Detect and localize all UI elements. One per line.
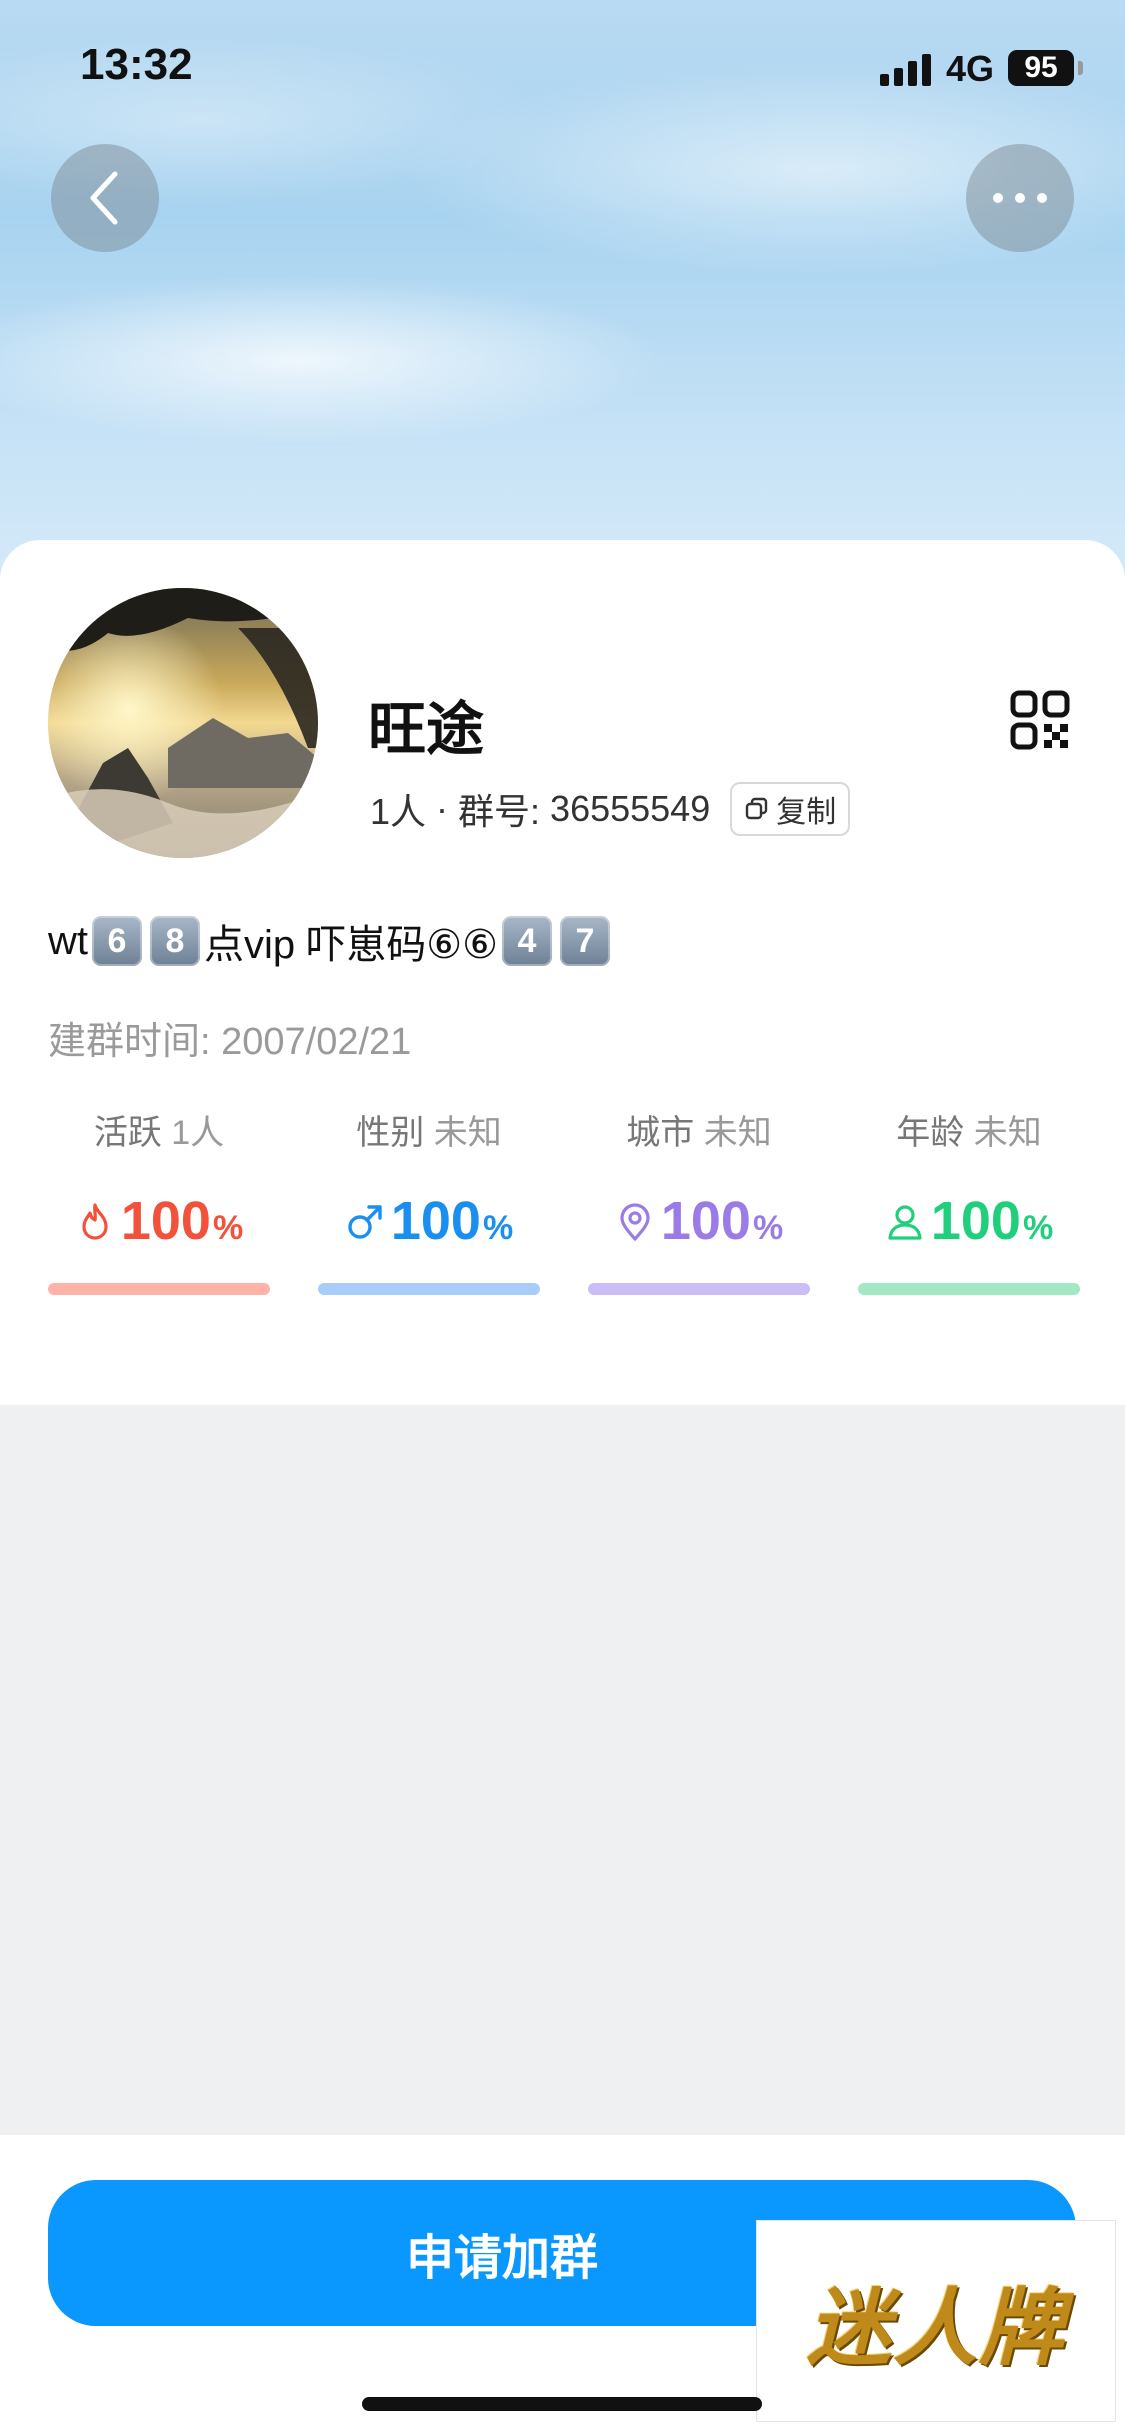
- signal-icon: [880, 52, 934, 86]
- stat-sub: 未知: [973, 1114, 1042, 1152]
- copy-id-button[interactable]: 复制: [730, 782, 851, 836]
- stat-value: 100: [660, 1191, 751, 1251]
- stat-gender: 性别 未知 100 %: [318, 1105, 540, 1305]
- stat-bar: [318, 1283, 540, 1295]
- group-id-value: 36555549: [550, 788, 711, 829]
- chevron-left-icon: [90, 171, 118, 225]
- stat-unit: %: [212, 1209, 244, 1247]
- flame-icon: [82, 1203, 108, 1240]
- stat-value: 100: [930, 1191, 1021, 1251]
- copy-icon: [746, 797, 768, 820]
- stat-active: 活跃 1人 100 %: [48, 1105, 270, 1305]
- keycap-digit: 4: [501, 916, 552, 966]
- group-avatar[interactable]: [48, 588, 318, 858]
- stat-bar: [48, 1283, 270, 1295]
- member-count: 1人: [370, 791, 427, 832]
- stat-value: 100: [120, 1191, 211, 1251]
- group-name: 旺途: [368, 697, 485, 762]
- desc-prefix: wt: [48, 918, 88, 963]
- watermark-overlay: 迷人牌: [756, 2220, 1116, 2422]
- keycap-digit: 7: [559, 916, 610, 966]
- stat-unit: %: [1022, 1209, 1054, 1247]
- keycap-digit: 8: [150, 916, 200, 966]
- stat-age: 年龄 未知 100 %: [858, 1105, 1080, 1305]
- stat-sub: 未知: [433, 1114, 502, 1152]
- battery-tip: [1078, 61, 1083, 75]
- stat-bar: [588, 1283, 810, 1295]
- network-type: 4G: [946, 48, 995, 89]
- stat-label: 活跃: [93, 1114, 162, 1152]
- status-bar: 13:32 4G 95: [0, 0, 1125, 140]
- stat-label: 性别: [356, 1114, 425, 1152]
- keycap-digit: 6: [92, 916, 142, 966]
- qr-code-icon[interactable]: [1010, 690, 1070, 750]
- male-icon: [348, 1205, 382, 1239]
- stat-value: 100: [390, 1191, 481, 1251]
- stat-unit: %: [482, 1209, 514, 1247]
- desc-middle: 点vip 吓崽码⑥⑥: [204, 923, 498, 967]
- ellipsis-icon: [993, 193, 1047, 203]
- stat-unit: %: [752, 1209, 784, 1247]
- stat-sub: 1人: [171, 1114, 225, 1152]
- stat-bar: [858, 1283, 1080, 1295]
- stat-sub: 未知: [703, 1114, 772, 1152]
- person-icon: [888, 1205, 922, 1240]
- watermark-text: 迷人牌: [806, 2277, 1065, 2377]
- back-button[interactable]: [51, 144, 159, 252]
- creation-date: 建群时间: 2007/02/21: [48, 1021, 412, 1063]
- group-meta: 1人 · 群号: 36555549 复制: [370, 782, 851, 836]
- group-description: wt 6 8 点vip 吓崽码⑥⑥ 4 7: [48, 912, 614, 970]
- more-button[interactable]: [966, 144, 1074, 252]
- stat-label: 城市: [626, 1114, 695, 1152]
- copy-label: 复制: [776, 796, 837, 829]
- join-group-label: 申请加群: [405, 2232, 598, 2285]
- stat-label: 年龄: [896, 1114, 965, 1152]
- stat-city: 城市 未知 100 %: [588, 1105, 810, 1305]
- status-time: 13:32: [80, 40, 193, 89]
- meta-separator: ·: [436, 788, 449, 829]
- location-pin-icon: [620, 1203, 650, 1241]
- battery-icon: 95: [1008, 50, 1074, 86]
- home-indicator: [362, 2397, 762, 2411]
- group-id-label: 群号:: [458, 791, 541, 832]
